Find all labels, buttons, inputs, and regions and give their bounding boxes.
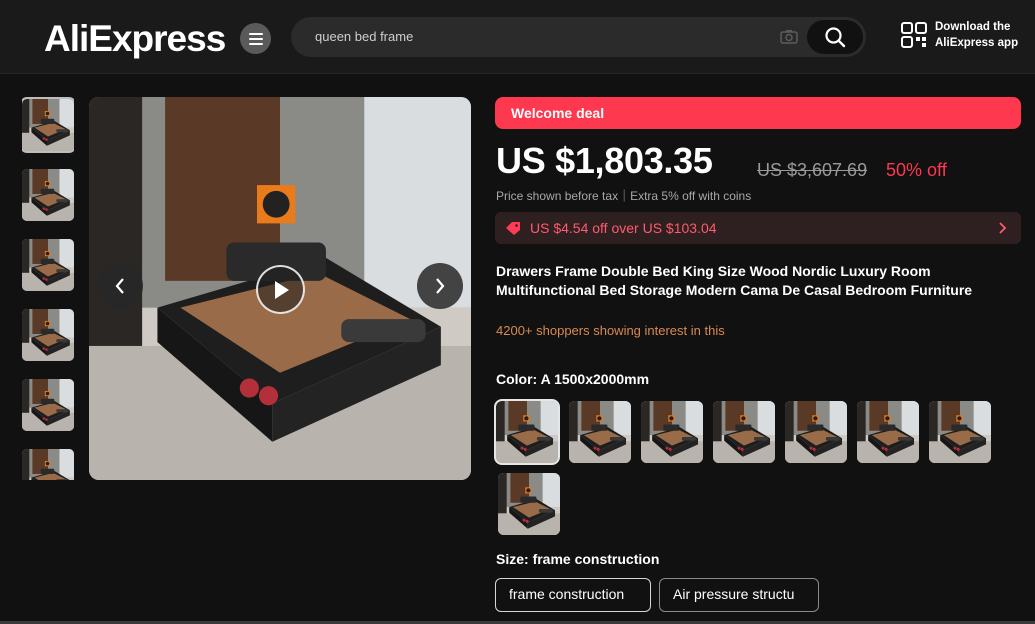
app-text-line1: Download the [935,21,1011,33]
aliexpress-logo[interactable]: AliExpress [44,18,226,60]
search-button[interactable] [807,20,863,54]
header: AliExpress queen bed frame Download the … [0,0,1035,74]
welcome-deal-label: Welcome deal [511,105,605,121]
color-label: Color: A 1500x2000mm [496,371,650,387]
size-option-air-pressure[interactable]: Air pressure structu [659,578,819,612]
play-icon [274,280,289,299]
size-label: Size: frame construction [496,551,660,567]
coupon-bar[interactable]: US $4.54 off over US $103.04 [495,212,1021,244]
color-option-4[interactable] [713,401,775,463]
coupon-tag-icon [506,222,520,235]
color-option-3[interactable] [641,401,703,463]
thumbnail-2[interactable] [22,169,74,221]
next-image-button[interactable] [417,263,463,309]
discount-percent: 50% off [886,160,947,180]
shopper-interest: 4200+ shoppers showing interest in this [496,323,725,338]
prev-image-button[interactable] [97,263,143,309]
size-option-frame-construction[interactable]: frame construction [495,578,651,612]
app-text-line2: AliExpress app [935,37,1019,49]
thumbnail-4[interactable] [22,309,74,361]
color-option-8[interactable] [498,473,560,535]
search-bar[interactable]: queen bed frame [291,17,866,57]
color-option-6[interactable] [857,401,919,463]
play-video-button[interactable] [256,265,305,314]
search-input[interactable]: queen bed frame [315,29,413,44]
download-app-link[interactable]: Download the AliExpress app [900,19,1030,55]
menu-icon [248,32,263,45]
welcome-deal-banner: Welcome deal [495,97,1021,129]
current-price: US $1,803.35 [496,140,713,181]
color-option-7[interactable] [929,401,991,463]
main-product-image[interactable] [89,97,471,480]
chevron-right-icon [436,278,445,294]
coupon-text: US $4.54 off over US $103.04 [530,220,717,236]
search-icon [825,27,846,48]
menu-button[interactable] [240,23,271,54]
original-price: US $3,607.69 [757,160,868,180]
chevron-left-icon [115,278,124,294]
thumbnail-list [22,97,74,480]
color-option-1[interactable] [494,399,560,465]
chevron-right-icon [999,222,1007,234]
thumbnail-6[interactable] [22,449,74,480]
qr-code-icon [901,22,927,48]
thumbnail-5[interactable] [22,379,74,431]
download-app-text: Download the AliExpress app [935,19,1018,51]
thumbnail-1[interactable] [22,97,74,153]
color-option-2[interactable] [569,401,631,463]
thumbnail-3[interactable] [22,239,74,291]
product-title: Drawers Frame Double Bed King Size Wood … [496,263,973,298]
color-option-5[interactable] [785,401,847,463]
price-note: Price shown before tax｜Extra 5% off with… [496,189,752,203]
camera-icon[interactable] [779,27,799,47]
